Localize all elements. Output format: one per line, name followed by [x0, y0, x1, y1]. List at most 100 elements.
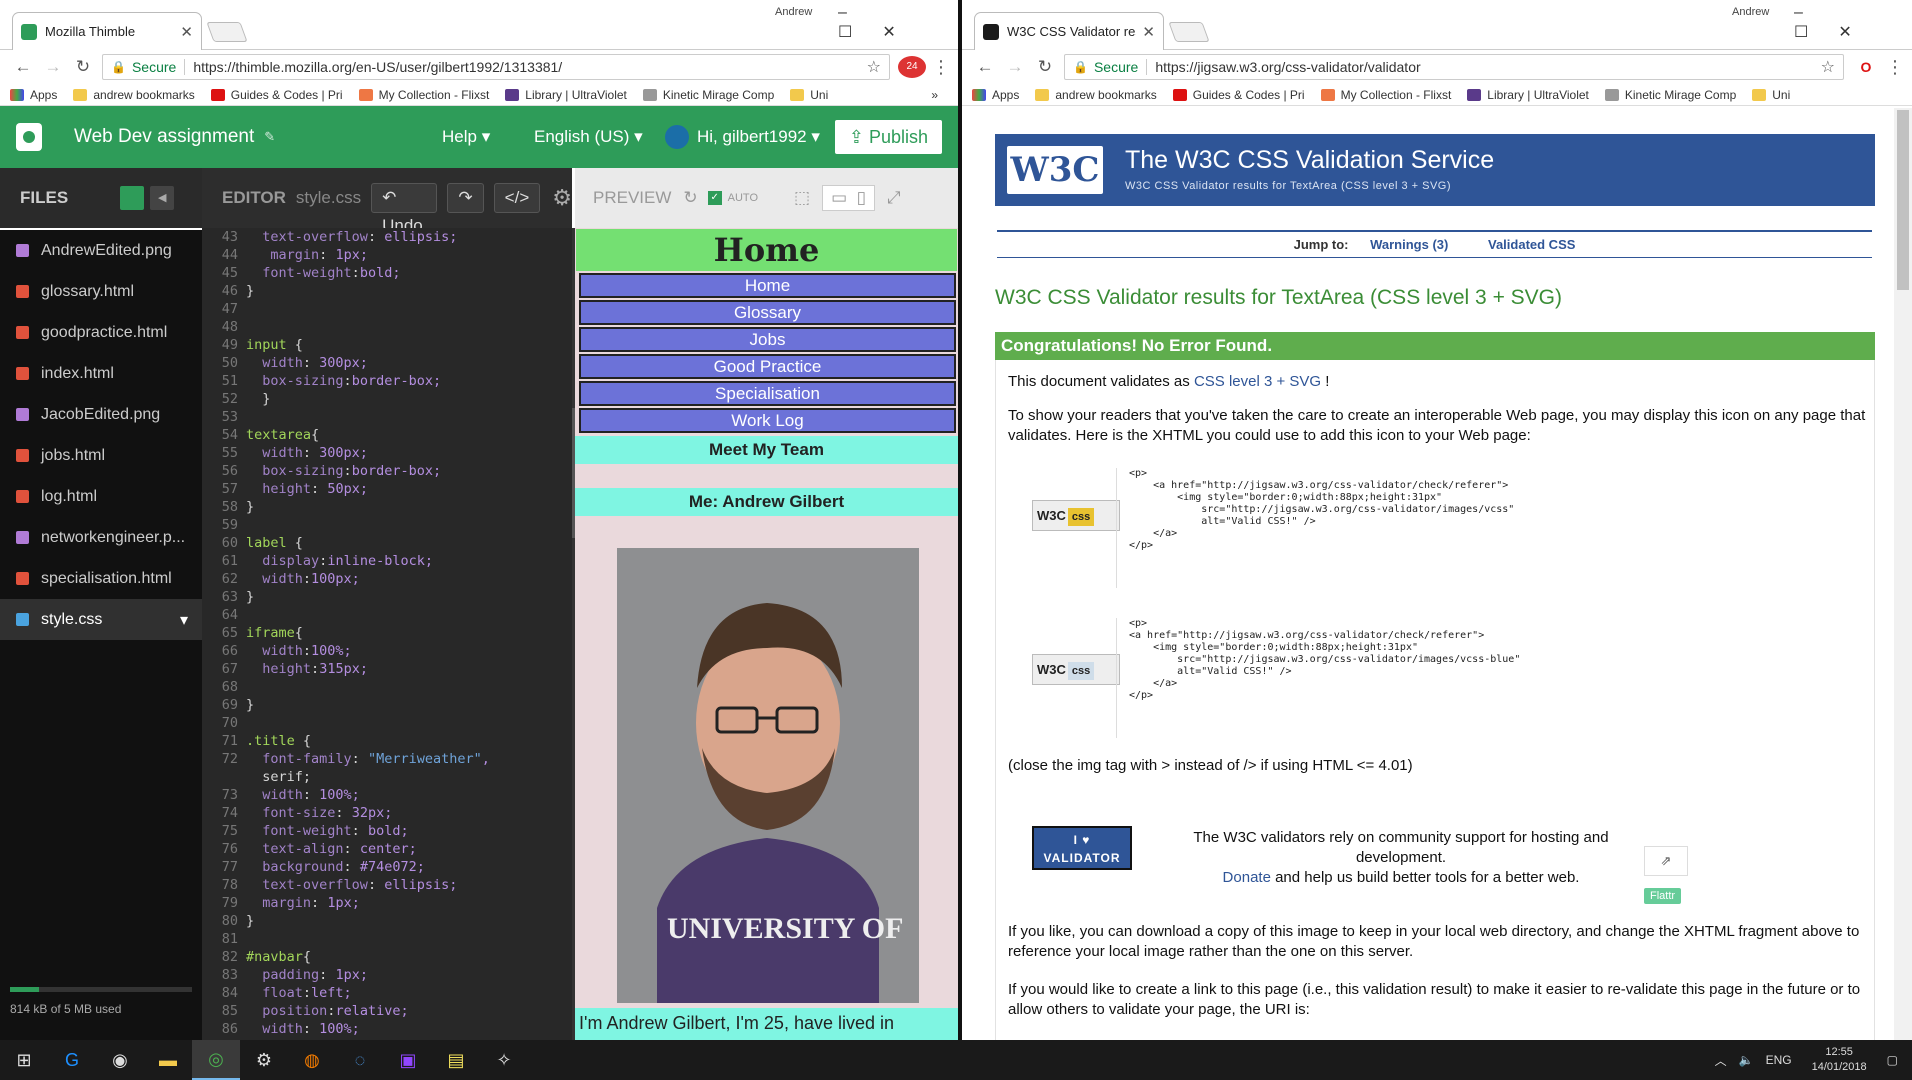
project-name[interactable]: Web Dev assignment: [74, 126, 254, 148]
code-toggle-icon[interactable]: </>: [493, 183, 541, 213]
bookmark-uni[interactable]: Uni: [790, 88, 828, 102]
code-line[interactable]: }: [246, 390, 566, 408]
fullscreen-icon[interactable]: ⤢: [887, 188, 901, 208]
code-line[interactable]: width: 300px;: [246, 354, 566, 372]
preview-nav-link[interactable]: Glossary: [579, 300, 956, 325]
file-options-icon[interactable]: ▾: [180, 610, 188, 630]
code-line[interactable]: font-weight:bold;: [246, 264, 566, 282]
code-line[interactable]: box-sizing:border-box;: [246, 462, 566, 480]
code-line[interactable]: [246, 300, 566, 318]
collapse-panel-icon[interactable]: ◀: [150, 186, 175, 210]
code-line[interactable]: }: [246, 588, 566, 606]
browser-menu-icon[interactable]: ⋮: [932, 57, 950, 78]
w3c-logo[interactable]: W3C: [1007, 146, 1103, 194]
more-bookmarks-button[interactable]: »: [931, 88, 938, 102]
preview-nav-link[interactable]: Specialisation: [579, 381, 956, 406]
user-menu[interactable]: Hi, gilbert1992 ▾: [665, 106, 820, 168]
uplay-icon[interactable]: ◌: [336, 1040, 384, 1080]
code-line[interactable]: }: [246, 282, 566, 300]
url-field[interactable]: 🔒 Secure https://jigsaw.w3.org/css-valid…: [1064, 54, 1844, 80]
file-item[interactable]: index.html: [0, 353, 202, 394]
code-line[interactable]: [246, 930, 566, 948]
external-link-icon[interactable]: ⇗: [1644, 846, 1688, 876]
code-line[interactable]: .title {: [246, 732, 566, 750]
i-love-validator-badge[interactable]: I ♥ VALIDATOR: [1032, 826, 1132, 870]
code-line[interactable]: iframe{: [246, 624, 566, 642]
redo-icon[interactable]: ↷: [447, 183, 484, 213]
file-item[interactable]: log.html: [0, 476, 202, 517]
code-line[interactable]: text-align: center;: [246, 840, 566, 858]
bookmark-uni[interactable]: Uni: [1752, 88, 1790, 102]
code-line[interactable]: float:left;: [246, 984, 566, 1002]
close-tab-icon[interactable]: ✕: [180, 23, 193, 41]
code-line[interactable]: box-sizing:border-box;: [246, 372, 566, 390]
bookmark-ultraviolet[interactable]: Library | UltraViolet: [1467, 88, 1589, 102]
code-line[interactable]: label {: [246, 534, 566, 552]
code-line[interactable]: height: 50px;: [246, 480, 566, 498]
code-line[interactable]: width:100%;: [246, 642, 566, 660]
desktop-icon[interactable]: ▭: [831, 188, 847, 207]
forward-icon[interactable]: →: [38, 57, 68, 77]
file-item[interactable]: glossary.html: [0, 271, 202, 312]
reload-icon[interactable]: ↻: [68, 57, 98, 77]
bookmark-folder[interactable]: andrew bookmarks: [73, 88, 195, 102]
code-line[interactable]: font-family: "Merriweather",: [246, 750, 566, 768]
code-line[interactable]: [246, 318, 566, 336]
code-line[interactable]: width: 100%;: [246, 786, 566, 804]
undo-button[interactable]: ↶ Undo: [371, 183, 438, 235]
app-icon[interactable]: ◉: [96, 1040, 144, 1080]
donate-link[interactable]: Donate: [1223, 869, 1271, 886]
twitch-icon[interactable]: ▣: [384, 1040, 432, 1080]
extension-badge-icon[interactable]: 24: [898, 56, 926, 78]
code-line[interactable]: [246, 408, 566, 426]
code-line[interactable]: display:inline-block;: [246, 552, 566, 570]
forward-icon[interactable]: →: [1000, 57, 1030, 77]
code-line[interactable]: position:relative;: [246, 1002, 566, 1020]
add-file-icon[interactable]: [120, 186, 145, 210]
start-icon[interactable]: ⊞: [0, 1040, 48, 1080]
new-tab-button[interactable]: [206, 22, 248, 42]
code-line[interactable]: }: [246, 912, 566, 930]
sticky-notes-icon[interactable]: ▤: [432, 1040, 480, 1080]
code-line[interactable]: }: [246, 696, 566, 714]
scroll-thumb[interactable]: [1897, 110, 1909, 290]
bookmark-kinetic[interactable]: Kinetic Mirage Comp: [642, 88, 774, 102]
bookmark-folder[interactable]: andrew bookmarks: [1035, 88, 1157, 102]
language-menu[interactable]: English (US) ▾: [534, 106, 643, 168]
code-line[interactable]: [246, 714, 566, 732]
preview-nav-link[interactable]: Jobs: [579, 327, 956, 352]
code-line[interactable]: text-overflow: ellipsis;: [246, 876, 566, 894]
back-icon[interactable]: ←: [8, 57, 38, 77]
code-line[interactable]: [246, 606, 566, 624]
code-line[interactable]: text-overflow: ellipsis;: [246, 228, 566, 246]
close-tab-icon[interactable]: ✕: [1142, 23, 1155, 41]
chrome-icon[interactable]: ◎: [192, 1040, 240, 1080]
refresh-icon[interactable]: ↻: [683, 188, 697, 208]
preview-nav-link[interactable]: Home: [579, 273, 956, 298]
code-line[interactable]: }: [246, 498, 566, 516]
window-controls[interactable]: –☐✕: [1794, 4, 1912, 42]
jump-validated-link[interactable]: Validated CSS: [1488, 237, 1575, 252]
file-item[interactable]: specialisation.html: [0, 558, 202, 599]
browser-menu-icon[interactable]: ⋮: [1886, 57, 1904, 78]
code-line[interactable]: [246, 678, 566, 696]
bookmark-apps[interactable]: Apps: [972, 88, 1019, 102]
bookmark-star-icon[interactable]: ☆: [867, 57, 881, 77]
tab-thimble[interactable]: Mozilla Thimble ✕: [12, 12, 202, 50]
gamer-app-icon[interactable]: G: [48, 1040, 96, 1080]
file-item[interactable]: goodpractice.html: [0, 312, 202, 353]
code-line[interactable]: margin: 1px;: [246, 894, 566, 912]
css-level-link[interactable]: CSS level 3 + SVG: [1194, 373, 1321, 390]
bookmark-flixster[interactable]: My Collection - Flixst: [358, 88, 489, 102]
thimble-logo-icon[interactable]: [16, 123, 42, 151]
code-line[interactable]: background: #74e072;: [246, 858, 566, 876]
reload-icon[interactable]: ↻: [1030, 57, 1060, 77]
preview-nav-link[interactable]: Good Practice: [579, 354, 956, 379]
new-tab-button[interactable]: [1168, 22, 1210, 42]
code-line[interactable]: width: 300px;: [246, 444, 566, 462]
code-lines[interactable]: text-overflow: ellipsis; margin: 1px; fo…: [246, 228, 566, 1038]
code-editor[interactable]: 43 44 45 46 47 48 49 50 51 52 53 54 55 56 57 58 59 60 61 62…: [202, 228, 572, 1040]
file-item[interactable]: networkengineer.p...: [0, 517, 202, 558]
utility-icon[interactable]: ✧: [480, 1040, 528, 1080]
bookmark-ultraviolet[interactable]: Library | UltraViolet: [505, 88, 627, 102]
